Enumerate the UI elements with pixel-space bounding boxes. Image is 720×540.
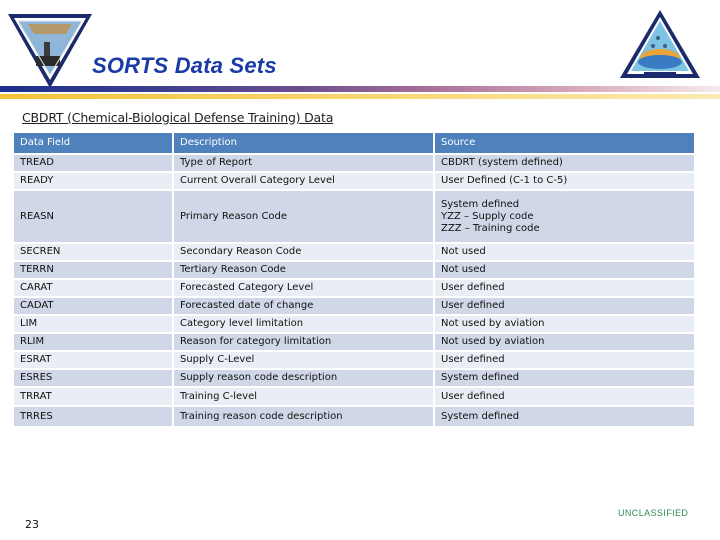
row-source: User defined xyxy=(435,352,694,368)
row-source: User defined xyxy=(435,280,694,296)
row-source: System defined YZZ – Supply code ZZZ – T… xyxy=(435,191,694,242)
classification-label: UNCLASSIFIED xyxy=(618,508,689,518)
row-source: User defined xyxy=(435,298,694,314)
row-field: CADAT xyxy=(14,298,172,314)
header-gradient-bar xyxy=(0,86,720,92)
row-source: System defined xyxy=(435,407,694,426)
row-source: Not used xyxy=(435,244,694,260)
row-field: TREAD xyxy=(14,155,172,171)
row-field: RLIM xyxy=(14,334,172,350)
row-description: Tertiary Reason Code xyxy=(174,262,433,278)
row-description: Forecasted date of change xyxy=(174,298,433,314)
row-description: Forecasted Category Level xyxy=(174,280,433,296)
row-source: Not used xyxy=(435,262,694,278)
header-data-field: Data Field xyxy=(14,133,172,153)
row-description: Supply C-Level xyxy=(174,352,433,368)
row-description: Current Overall Category Level xyxy=(174,173,433,189)
row-description: Type of Report xyxy=(174,155,433,171)
header-source: Source xyxy=(435,133,694,153)
row-field: TRRAT xyxy=(14,388,172,405)
row-field: ESRES xyxy=(14,370,172,386)
row-source: User defined xyxy=(435,388,694,405)
row-source: User Defined (C-1 to C-5) xyxy=(435,173,694,189)
row-description: Reason for category limitation xyxy=(174,334,433,350)
row-description: Primary Reason Code xyxy=(174,191,433,242)
row-field: CARAT xyxy=(14,280,172,296)
right-emblem-logo xyxy=(620,10,700,78)
row-source: CBDRT (system defined) xyxy=(435,155,694,171)
row-description: Training reason code description xyxy=(174,407,433,426)
row-field: SECREN xyxy=(14,244,172,260)
row-source: Not used by aviation xyxy=(435,334,694,350)
sorts-data-table: Data Field Description Source TREAD Type… xyxy=(14,133,694,426)
table-subtitle: CBDRT (Chemical-Biological Defense Train… xyxy=(22,110,334,125)
row-field: READY xyxy=(14,173,172,189)
row-description: Secondary Reason Code xyxy=(174,244,433,260)
row-description: Supply reason code description xyxy=(174,370,433,386)
page-number: 23 xyxy=(25,518,39,531)
row-field: ESRAT xyxy=(14,352,172,368)
header-gold-bar xyxy=(0,94,720,99)
slide-title: SORTS Data Sets xyxy=(92,53,277,78)
row-source: System defined xyxy=(435,370,694,386)
row-field: REASN xyxy=(14,191,172,242)
row-field: TRRES xyxy=(14,407,172,426)
row-description: Training C-level xyxy=(174,388,433,405)
row-source: Not used by aviation xyxy=(435,316,694,332)
row-field: TERRN xyxy=(14,262,172,278)
row-description: Category level limitation xyxy=(174,316,433,332)
row-field: LIM xyxy=(14,316,172,332)
header-description: Description xyxy=(174,133,433,153)
left-emblem-logo xyxy=(8,14,92,88)
